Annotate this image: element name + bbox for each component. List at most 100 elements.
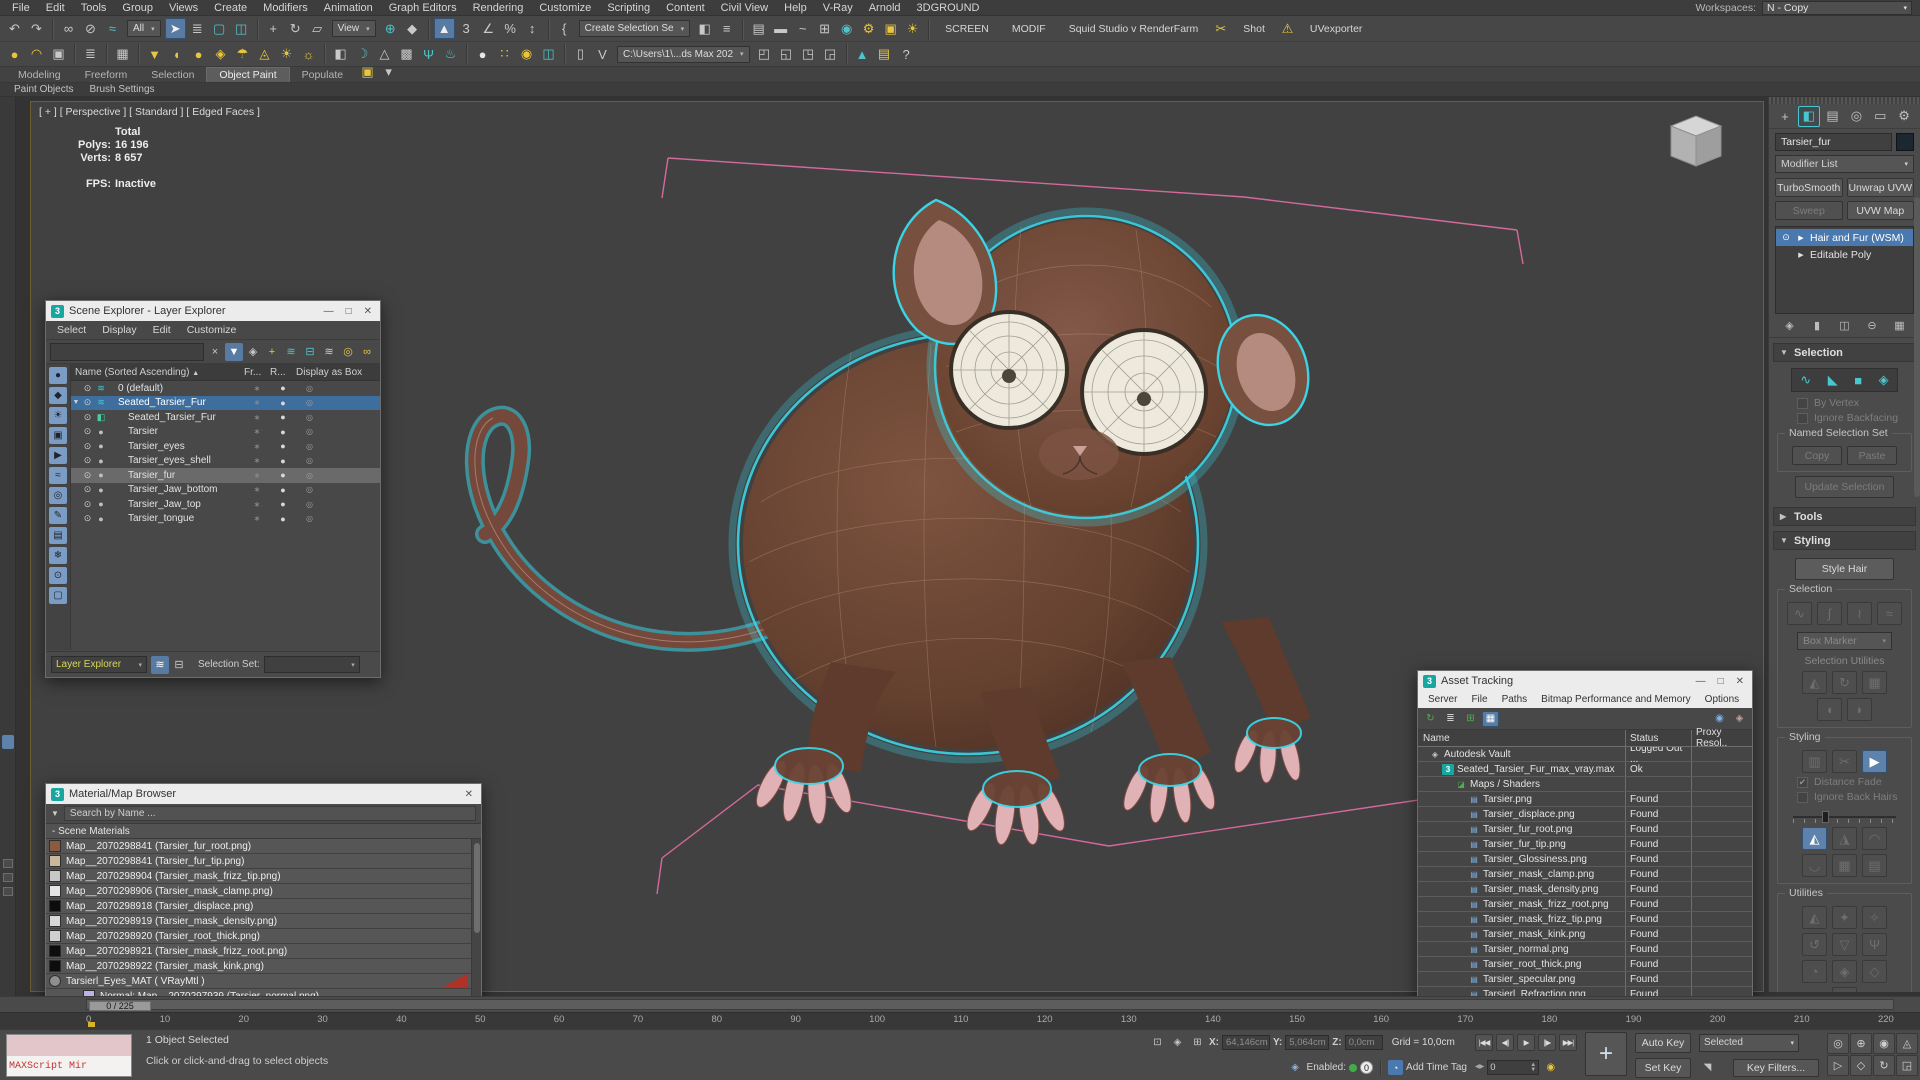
comb-icon[interactable]: ▥ bbox=[1802, 750, 1827, 773]
dome-light-icon[interactable]: ◖ bbox=[166, 44, 187, 65]
nested-layers-icon[interactable]: ≋ bbox=[320, 343, 338, 361]
sun-light-icon[interactable]: ☀ bbox=[276, 44, 297, 65]
umbrella-light-icon[interactable]: ☂ bbox=[232, 44, 253, 65]
frozen-toggle[interactable]: ∗ bbox=[244, 456, 270, 465]
ignore-backfacing-checkbox[interactable] bbox=[1797, 412, 1808, 424]
maximize-viewport-icon[interactable]: ◲ bbox=[1896, 1055, 1918, 1076]
ribbon-tab[interactable]: Modeling bbox=[6, 68, 73, 82]
next-frame-button[interactable]: ||▶ bbox=[1538, 1034, 1556, 1051]
listener-field[interactable]: MAXScript Mir bbox=[7, 1056, 131, 1076]
copy-button[interactable]: Copy bbox=[1792, 446, 1842, 465]
utilities-tab[interactable]: ⚙ bbox=[1893, 106, 1915, 127]
ribbon-tab[interactable]: Freeform bbox=[73, 68, 140, 82]
menu-item[interactable]: Views bbox=[161, 1, 206, 15]
list-item[interactable]: Map__2070298841 (Tarsier_fur_tip.png) bbox=[46, 854, 481, 869]
ribbon-tab[interactable]: Object Paint bbox=[206, 67, 290, 82]
menu-item[interactable]: Modifiers bbox=[255, 1, 316, 15]
display-tab[interactable]: ▭ bbox=[1869, 106, 1891, 127]
viewport-label[interactable]: [ + ] [ Perspective ] [ Standard ] [ Edg… bbox=[39, 106, 260, 118]
brush-size-slider[interactable] bbox=[1793, 811, 1896, 823]
style-hair-button[interactable]: Style Hair bbox=[1795, 558, 1894, 580]
reference-coordinate-dropdown[interactable]: View ▾ bbox=[331, 20, 376, 37]
frozen-toggle[interactable]: ∗ bbox=[244, 413, 270, 422]
maxscript-mini-listener[interactable]: MAXScript Mir bbox=[6, 1034, 132, 1077]
display-as-box-toggle[interactable]: ◎ bbox=[296, 500, 380, 509]
eye-icon[interactable]: ⊙ bbox=[81, 455, 94, 466]
object-color-swatch[interactable] bbox=[1896, 133, 1914, 151]
select-arrow-icon[interactable]: ▶ bbox=[1862, 750, 1887, 773]
coordinate-display-icon[interactable]: ⊞ bbox=[1189, 1035, 1206, 1051]
camera-icon[interactable]: ▦ bbox=[112, 44, 133, 65]
display-geometry-icon[interactable]: ● bbox=[49, 367, 67, 384]
pick-material-icon[interactable]: ◎ bbox=[339, 343, 357, 361]
rollout-tools[interactable]: ▶ Tools bbox=[1773, 507, 1916, 526]
menu-item[interactable]: Civil View bbox=[713, 1, 776, 15]
asset-tracking-titlebar[interactable]: 3 Asset Tracking — □ ✕ bbox=[1418, 671, 1752, 691]
table-row[interactable]: ▤ Tarsier_normal.png Found bbox=[1418, 942, 1752, 957]
pop-selected-icon[interactable]: ✧ bbox=[1862, 906, 1887, 929]
maximize-icon[interactable]: □ bbox=[1718, 676, 1724, 687]
modifier-list-dropdown[interactable]: Modifier List ▾ bbox=[1775, 155, 1914, 173]
update-selection-button[interactable]: Update Selection bbox=[1795, 476, 1894, 498]
table-row[interactable]: ⊙ ● Tarsier_tongue ∗ ● ◎ bbox=[71, 512, 380, 527]
table-row[interactable]: ⊙ ● Tarsier_Jaw_bottom ∗ ● ◎ bbox=[71, 483, 380, 498]
pin-icon[interactable]: ◉ bbox=[516, 44, 537, 65]
display-as-box-toggle[interactable]: ◎ bbox=[296, 413, 380, 422]
renderable-toggle[interactable]: ● bbox=[270, 427, 296, 437]
mirror-icon[interactable]: ◧ bbox=[694, 18, 715, 39]
zoom-all-icon[interactable]: ⊕ bbox=[1850, 1033, 1872, 1054]
refresh-paths-icon[interactable]: ◈ bbox=[1731, 711, 1748, 727]
renderable-toggle[interactable]: ● bbox=[270, 470, 296, 480]
folder-save-icon[interactable]: ◳ bbox=[798, 44, 819, 65]
menu-item[interactable]: Server bbox=[1422, 694, 1463, 705]
expand-selection-icon[interactable]: ◖ bbox=[1817, 698, 1842, 721]
hide-selected-icon[interactable]: ◔ bbox=[1802, 960, 1827, 983]
table-row[interactable]: ⊙ ● Tarsier_Jaw_top ∗ ● ◎ bbox=[71, 497, 380, 512]
prev-frame-button[interactable]: ◀|| bbox=[1496, 1034, 1514, 1051]
frozen-toggle[interactable]: ∗ bbox=[244, 514, 270, 523]
current-frame-spinner[interactable]: 0 ▲ ▼ bbox=[1487, 1060, 1540, 1075]
by-vertex-checkbox[interactable] bbox=[1797, 397, 1808, 409]
screen-script-button[interactable]: SCREEN bbox=[934, 23, 1000, 35]
go-start-button[interactable]: |◀◀ bbox=[1475, 1034, 1493, 1051]
menu-item[interactable]: Help bbox=[776, 1, 815, 15]
menu-item[interactable]: File bbox=[1465, 694, 1493, 705]
list-item[interactable]: Map__2070298841 (Tarsier_fur_root.png) bbox=[46, 839, 481, 854]
select-roots-icon[interactable]: ■ bbox=[1854, 373, 1862, 388]
motion-tab[interactable]: ◎ bbox=[1845, 106, 1867, 127]
show-end-result-icon[interactable]: ▮ bbox=[1807, 317, 1828, 335]
rendered-frame-window-icon[interactable]: ▣ bbox=[880, 18, 901, 39]
orbit-icon[interactable]: ↻ bbox=[1873, 1055, 1895, 1076]
material-editor-icon[interactable]: ◉ bbox=[836, 18, 857, 39]
key-filters-button[interactable]: Key Filters... bbox=[1733, 1058, 1819, 1077]
frozen-toggle[interactable]: ∗ bbox=[244, 384, 270, 393]
display-hidden-icon[interactable]: ⊙ bbox=[49, 567, 67, 584]
select-and-place-icon[interactable]: ▲ bbox=[433, 18, 455, 39]
collapse-icon[interactable]: ⊟ bbox=[301, 343, 319, 361]
snaps-toggle-icon[interactable]: 3 bbox=[456, 18, 477, 39]
menu-item[interactable]: Rendering bbox=[465, 1, 532, 15]
close-icon[interactable]: ✕ bbox=[465, 789, 473, 800]
modifier-eye-icon[interactable]: ⊙ bbox=[1780, 232, 1792, 243]
z-coordinate-field[interactable]: 0,0cm bbox=[1344, 1035, 1383, 1050]
table-row[interactable]: ⊙ ≋ 0 (default) ∗ ● ◎ bbox=[71, 381, 380, 396]
unlock-icon[interactable]: ◇ bbox=[1862, 960, 1887, 983]
layout-preset-icon[interactable] bbox=[3, 873, 13, 882]
renderable-toggle[interactable]: ● bbox=[270, 514, 296, 524]
display-as-box-toggle[interactable]: ◎ bbox=[296, 398, 380, 407]
viewport-layout-tab[interactable] bbox=[2, 735, 14, 749]
table-row[interactable]: ⊙ ● Tarsier_eyes ∗ ● ◎ bbox=[71, 439, 380, 454]
ribbon-dropdown-icon[interactable]: ▾ bbox=[378, 61, 399, 82]
menu-item[interactable]: Options bbox=[1699, 694, 1745, 705]
display-materials-icon[interactable]: ▢ bbox=[49, 587, 67, 604]
layout-preset-icon[interactable] bbox=[3, 859, 13, 868]
display-xrefs-icon[interactable]: ✎ bbox=[49, 507, 67, 524]
expand-arrow-icon[interactable]: ▶ bbox=[1796, 234, 1806, 242]
table-row[interactable]: ▤ Tarsier_displace.png Found bbox=[1418, 807, 1752, 822]
set-key-button[interactable]: Set Key bbox=[1635, 1057, 1691, 1078]
unlink-selection-icon[interactable]: ⊘ bbox=[80, 18, 101, 39]
hierarchy-tab[interactable]: ▤ bbox=[1822, 106, 1844, 127]
pattern-icon[interactable]: ▩ bbox=[396, 44, 417, 65]
menu-item[interactable]: Paths bbox=[1496, 694, 1534, 705]
eye-icon[interactable]: ⊙ bbox=[81, 397, 94, 408]
